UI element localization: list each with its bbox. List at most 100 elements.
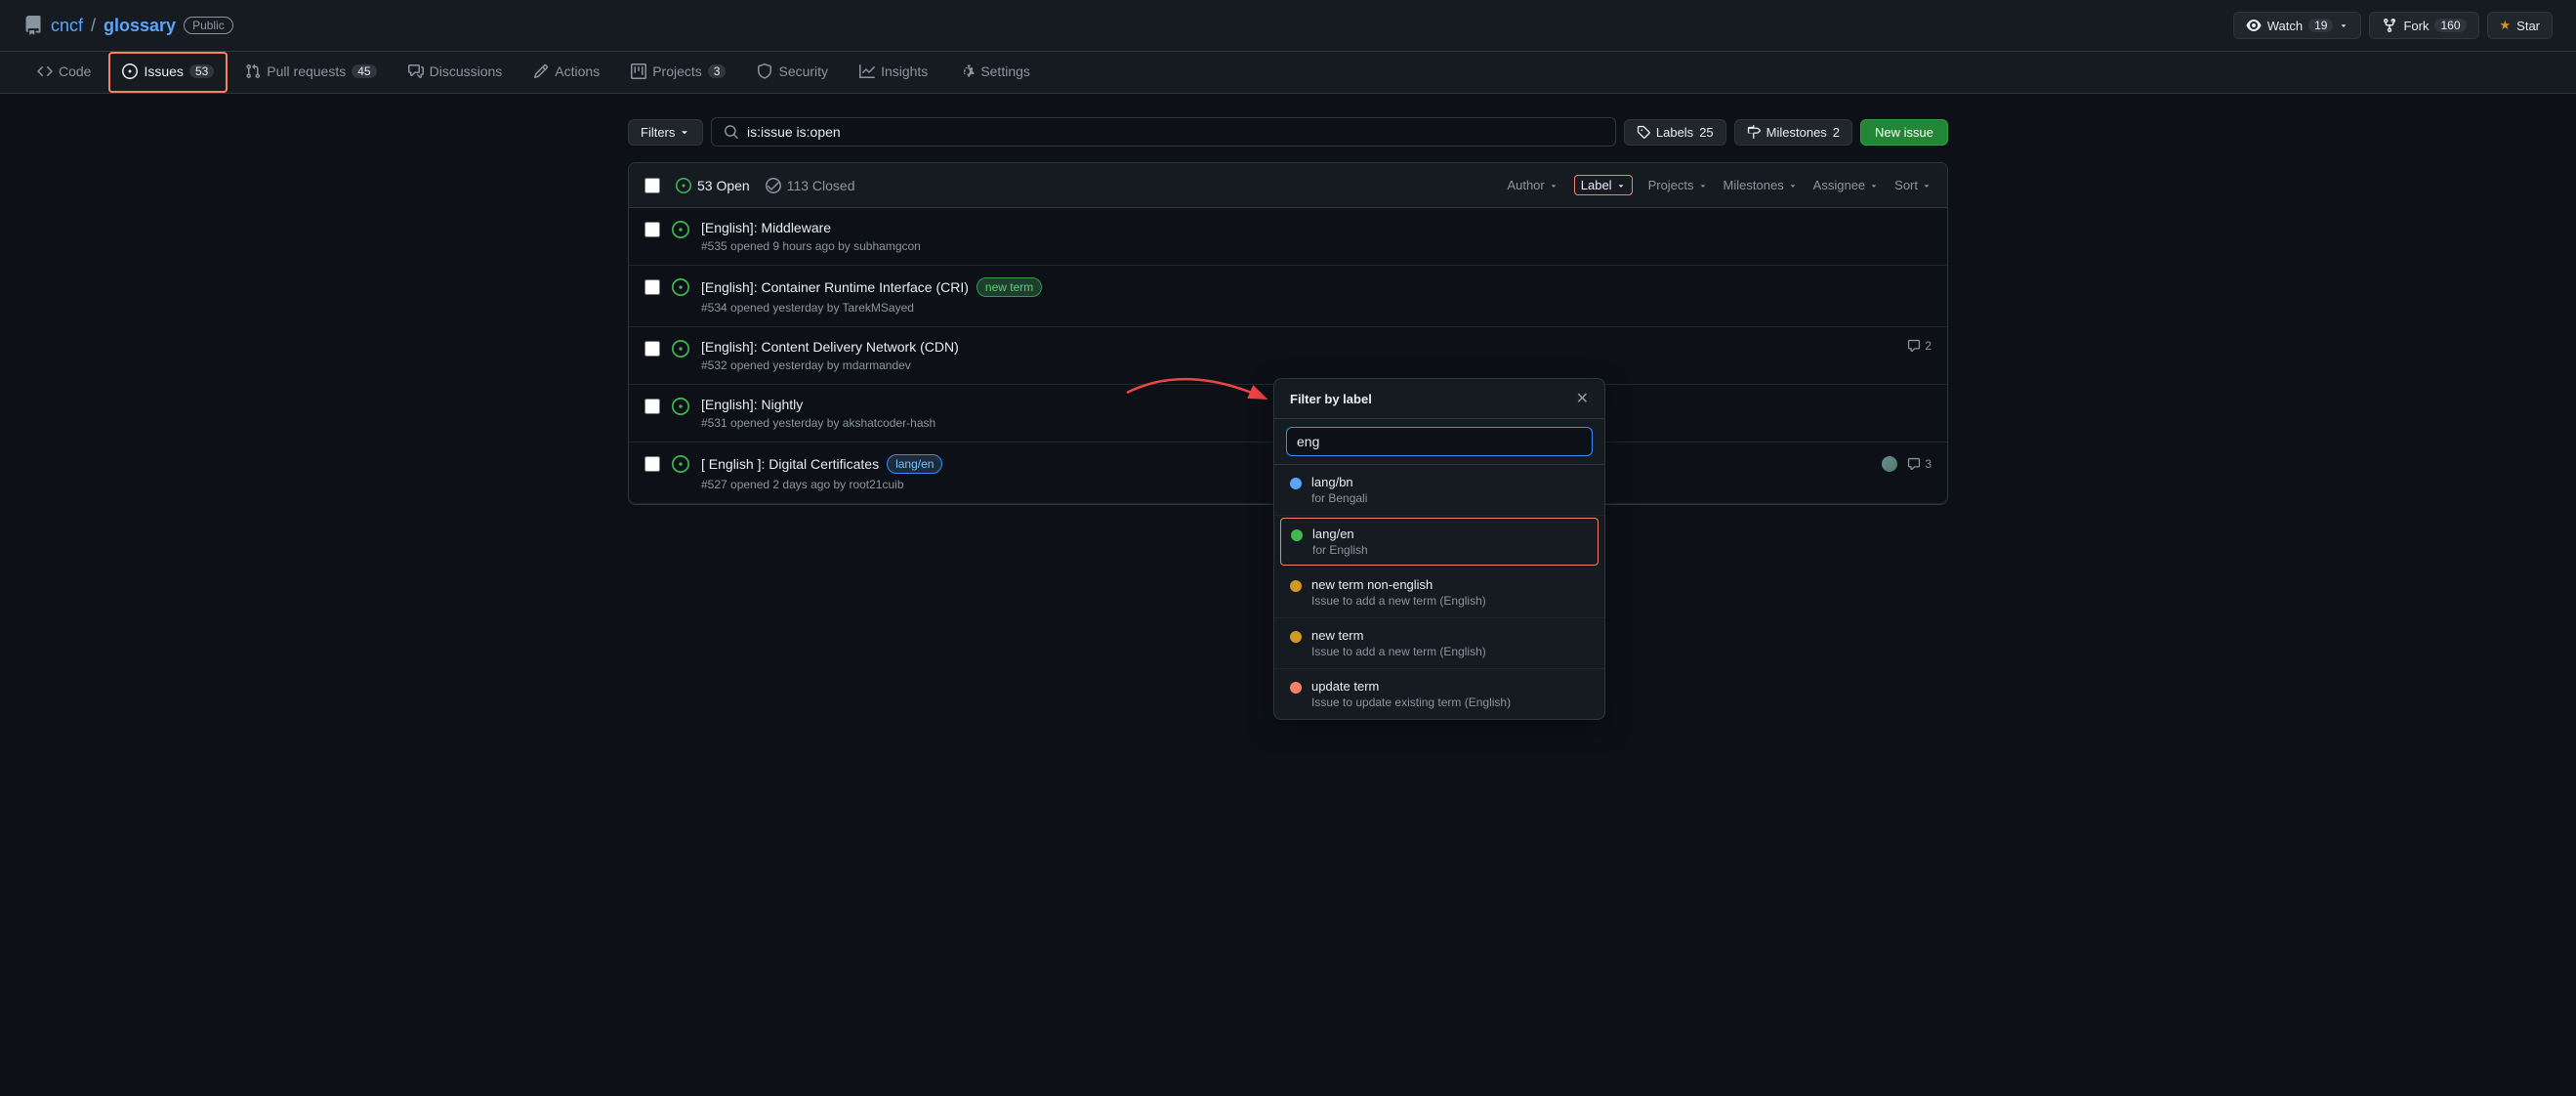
tab-settings[interactable]: Settings	[945, 52, 1044, 93]
watch-label: Watch	[2267, 19, 2303, 33]
fork-count: 160	[2434, 19, 2466, 32]
star-label: Star	[2516, 19, 2540, 33]
tab-security-label: Security	[778, 63, 828, 79]
label-color-dot	[1290, 631, 1302, 643]
pr-icon	[245, 63, 261, 79]
milestones-chevron-icon	[1788, 181, 1798, 190]
public-badge: Public	[184, 17, 233, 34]
issues-header: 53 Open 113 Closed Author Label	[629, 163, 1947, 208]
projects-filter[interactable]: Projects	[1648, 178, 1708, 192]
avatar	[1880, 454, 1899, 474]
issue-row: [English]: Middleware #535 opened 9 hour…	[629, 208, 1947, 266]
dropdown-item-update-term[interactable]: update term Issue to update existing ter…	[1274, 669, 1604, 719]
assignee-filter[interactable]: Assignee	[1813, 178, 1879, 192]
sort-filter[interactable]: Sort	[1894, 178, 1932, 192]
dropdown-item-new-term-non-english[interactable]: new term non-english Issue to add a new …	[1274, 568, 1604, 618]
select-all-checkbox[interactable]	[644, 178, 660, 193]
projects-filter-label: Projects	[1648, 178, 1694, 192]
repo-icon	[23, 16, 43, 35]
issue-checkbox[interactable]	[644, 399, 660, 414]
tab-pull-requests[interactable]: Pull requests 45	[231, 52, 390, 93]
repo-name[interactable]: glossary	[104, 16, 176, 36]
tab-discussions[interactable]: Discussions	[395, 52, 517, 93]
author-chevron-icon	[1549, 181, 1558, 190]
insights-icon	[859, 63, 875, 79]
fork-button[interactable]: Fork 160	[2369, 12, 2478, 39]
discussions-icon	[408, 63, 424, 79]
label-name: lang/en	[1312, 527, 1588, 541]
star-button[interactable]: ★ Star	[2487, 12, 2554, 39]
projects-icon	[631, 63, 646, 79]
issue-title[interactable]: [English]: Middleware	[701, 220, 1932, 235]
issues-badge: 53	[189, 64, 214, 78]
sort-filter-label: Sort	[1894, 178, 1918, 192]
author-filter[interactable]: Author	[1507, 178, 1558, 192]
watch-count: 19	[2308, 19, 2333, 32]
projects-chevron-icon	[1698, 181, 1708, 190]
filter-chevron-icon	[679, 126, 690, 138]
tab-projects[interactable]: Projects 3	[617, 52, 739, 93]
settings-icon	[959, 63, 975, 79]
labels-button[interactable]: Labels 25	[1624, 119, 1726, 146]
label-filter-label: Label	[1581, 178, 1612, 192]
issue-content: [English]: Content Delivery Network (CDN…	[701, 339, 1895, 372]
tab-actions-label: Actions	[555, 63, 600, 79]
issue-checkbox[interactable]	[644, 456, 660, 472]
label-name: new term	[1311, 628, 1589, 643]
label-description: Issue to add a new term (English)	[1311, 645, 1589, 658]
pr-badge: 45	[352, 64, 376, 78]
dropdown-item-new-term[interactable]: new term Issue to add a new term (Englis…	[1274, 618, 1604, 669]
tab-actions[interactable]: Actions	[519, 52, 613, 93]
open-issues-count[interactable]: 53 Open	[676, 178, 750, 193]
issue-checkbox[interactable]	[644, 222, 660, 237]
code-icon	[37, 63, 53, 79]
close-dropdown-button[interactable]: ✕	[1576, 389, 1589, 408]
projects-badge: 3	[708, 64, 727, 78]
label-icon	[1637, 125, 1650, 139]
issue-title[interactable]: [English]: Content Delivery Network (CDN…	[701, 339, 1895, 355]
security-icon	[757, 63, 772, 79]
tab-code[interactable]: Code	[23, 52, 104, 93]
fork-label: Fork	[2403, 19, 2429, 33]
tab-pr-label: Pull requests	[267, 63, 346, 79]
search-input[interactable]	[747, 124, 1603, 140]
tab-security[interactable]: Security	[743, 52, 842, 93]
issue-checkbox[interactable]	[644, 279, 660, 295]
new-issue-button[interactable]: New issue	[1860, 119, 1948, 146]
label-filter[interactable]: Label	[1574, 175, 1633, 195]
top-bar: cncf / glossary Public Watch 19 Fork 160…	[0, 0, 2576, 52]
dropdown-item-lang-bn[interactable]: lang/bn for Bengali	[1274, 465, 1604, 516]
comment-icon	[1907, 339, 1921, 353]
closed-issues-count[interactable]: 113 Closed	[766, 178, 855, 193]
tab-issues-label: Issues	[144, 63, 183, 79]
dropdown-item-lang-en[interactable]: lang/en for English	[1280, 518, 1599, 566]
fork-icon	[2382, 18, 2397, 33]
tab-code-label: Code	[59, 63, 91, 79]
label-color-dot	[1290, 580, 1302, 592]
tab-insights[interactable]: Insights	[846, 52, 941, 93]
filter-bar: Filters Labels 25 Milestones 2 New iss	[628, 117, 1948, 147]
dropdown-header: Filter by label ✕	[1274, 379, 1604, 419]
label-description: Issue to add a new term (English)	[1311, 594, 1589, 608]
issue-row: [English]: Container Runtime Interface (…	[629, 266, 1947, 327]
closed-count-label: 113 Closed	[787, 178, 855, 193]
milestones-button[interactable]: Milestones 2	[1734, 119, 1852, 146]
main-content: Filters Labels 25 Milestones 2 New iss	[604, 94, 1972, 528]
tab-issues[interactable]: Issues 53	[108, 52, 228, 93]
search-box	[711, 117, 1615, 147]
filters-button[interactable]: Filters	[628, 119, 703, 146]
milestones-filter[interactable]: Milestones	[1724, 178, 1798, 192]
issue-right: 3	[1880, 454, 1932, 474]
label-description: for Bengali	[1311, 491, 1589, 505]
issue-title[interactable]: [English]: Container Runtime Interface (…	[701, 277, 1932, 297]
issue-comments: 2	[1907, 339, 1932, 353]
issue-checkbox[interactable]	[644, 341, 660, 357]
open-count-label: 53 Open	[697, 178, 750, 193]
dropdown-search-input[interactable]	[1286, 427, 1593, 456]
org-name[interactable]: cncf	[51, 16, 83, 36]
milestone-icon	[1747, 125, 1761, 139]
watch-button[interactable]: Watch 19	[2233, 12, 2362, 39]
issue-comments: 3	[1907, 457, 1932, 471]
issue-content: [English]: Middleware #535 opened 9 hour…	[701, 220, 1932, 253]
label-description: for English	[1312, 543, 1588, 557]
